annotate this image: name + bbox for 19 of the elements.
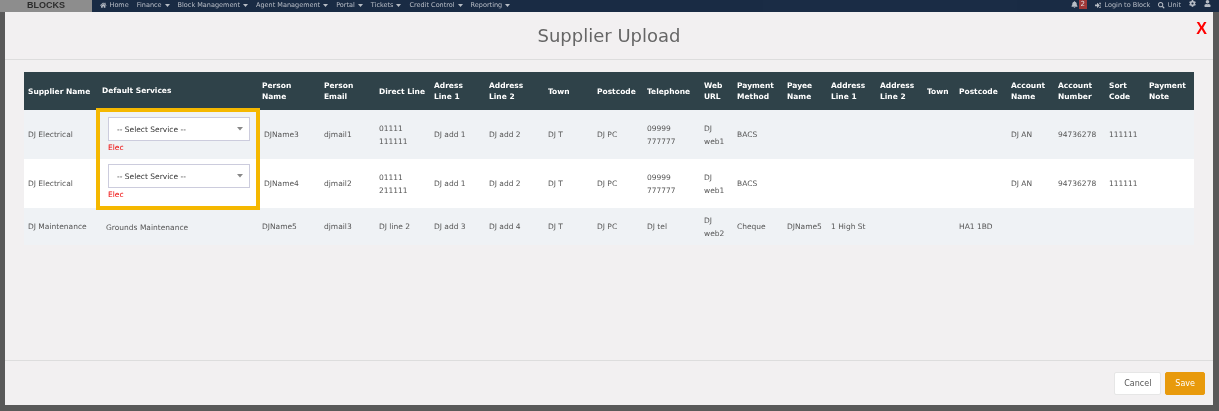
bell-icon[interactable] xyxy=(1070,1,1078,8)
home-icon xyxy=(100,2,107,9)
login-icon xyxy=(1095,2,1102,9)
caret-icon xyxy=(505,4,511,7)
modal-title: Supplier Upload xyxy=(537,25,681,46)
caret-icon xyxy=(396,4,402,7)
cancel-button[interactable]: Cancel xyxy=(1114,371,1162,395)
caret-icon xyxy=(323,4,329,7)
caret-icon xyxy=(237,174,243,178)
caret-icon xyxy=(457,4,463,7)
search-icon xyxy=(1158,2,1165,9)
caret-icon xyxy=(357,4,363,7)
close-button[interactable]: X xyxy=(1196,20,1207,38)
user-icon[interactable] xyxy=(1204,0,1211,7)
caret-icon xyxy=(243,4,249,7)
logo[interactable]: BLOCKS xyxy=(0,0,92,12)
caret-icon xyxy=(164,4,170,7)
settings-icon[interactable] xyxy=(1189,0,1196,7)
caret-icon xyxy=(237,127,243,131)
